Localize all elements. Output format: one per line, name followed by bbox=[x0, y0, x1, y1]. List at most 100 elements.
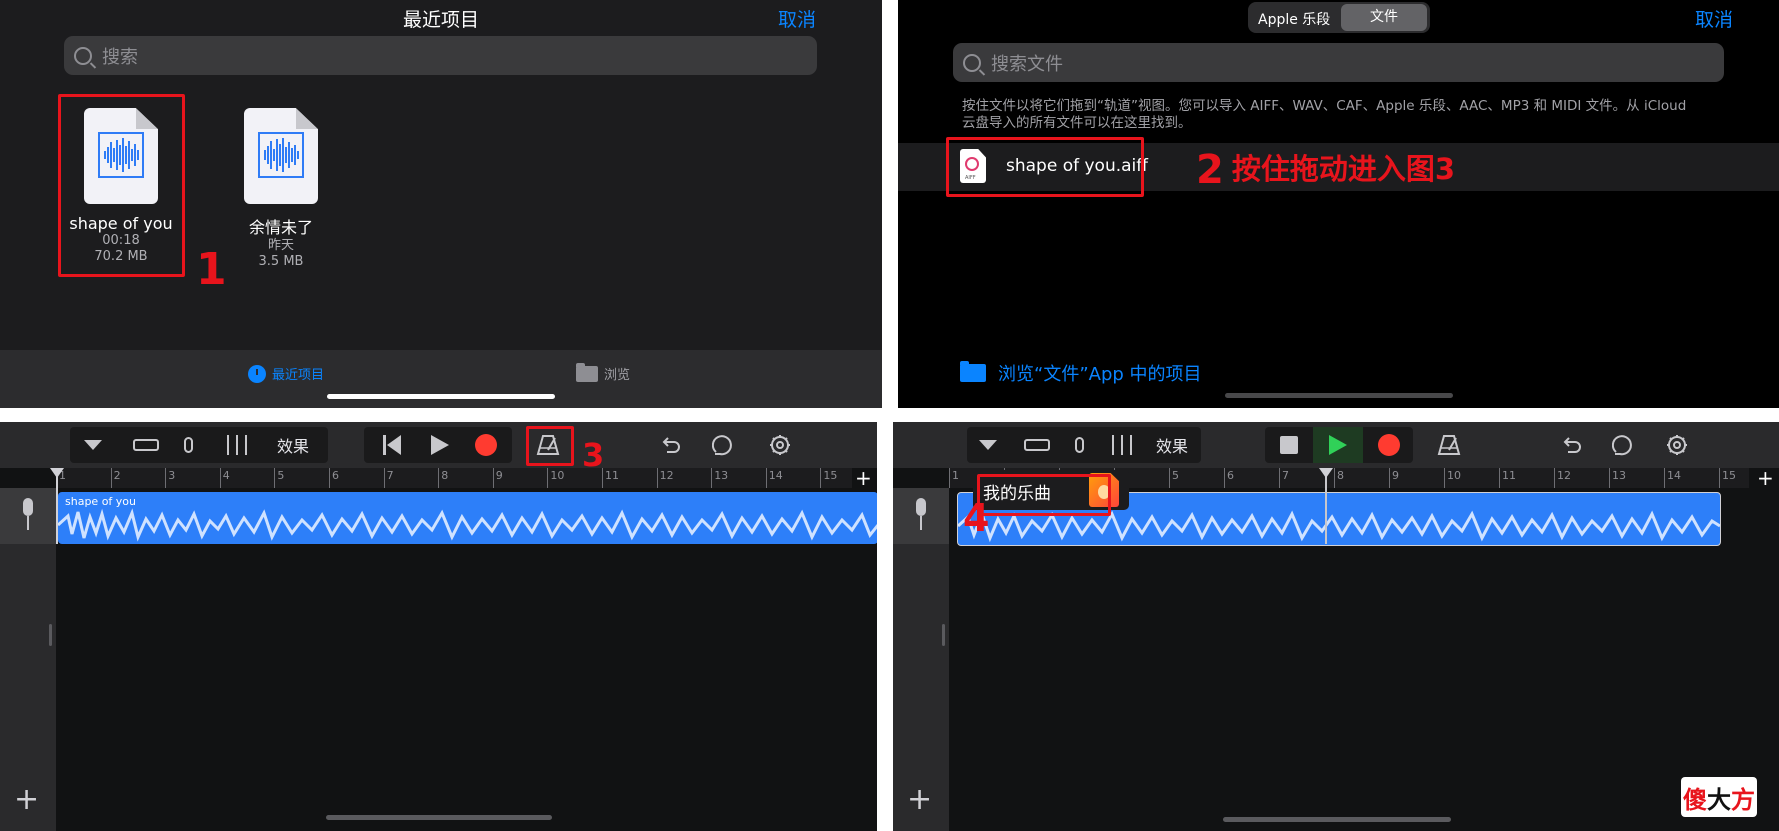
ruler-mark: 11 bbox=[602, 468, 619, 488]
playhead[interactable] bbox=[1319, 468, 1333, 544]
ruler-mark: 8 bbox=[438, 468, 448, 488]
home-indicator bbox=[327, 394, 555, 399]
record-button[interactable] bbox=[1369, 427, 1409, 463]
playhead[interactable] bbox=[50, 468, 64, 544]
tracks-view-button[interactable] bbox=[126, 427, 166, 463]
watermark-logo: 傻大方 bbox=[1681, 777, 1757, 817]
tracks-view-button[interactable] bbox=[1017, 427, 1057, 463]
effects-button[interactable]: 效果 bbox=[266, 427, 320, 463]
undo-button[interactable] bbox=[652, 427, 688, 463]
source-segmented-control[interactable]: Apple 乐段 文件 bbox=[1248, 2, 1430, 33]
resize-handle[interactable] bbox=[49, 624, 52, 646]
metronome-button[interactable] bbox=[1429, 427, 1469, 463]
file-date: 昨天 bbox=[267, 238, 294, 253]
play-button[interactable] bbox=[1313, 427, 1363, 463]
tab-browse[interactable]: 浏览 bbox=[576, 362, 631, 383]
menu-button[interactable] bbox=[70, 427, 116, 463]
microphone-icon bbox=[1074, 437, 1084, 453]
ruler-mark: 14 bbox=[1664, 468, 1681, 488]
home-indicator bbox=[326, 815, 552, 820]
effects-label: 效果 bbox=[1155, 437, 1188, 456]
resize-handle[interactable] bbox=[942, 624, 945, 646]
transport-group bbox=[1265, 427, 1413, 463]
highlight-box-3 bbox=[526, 426, 574, 466]
browse-link-label: 浏览“文件”App 中的项目 bbox=[998, 364, 1202, 385]
timeline-ruler[interactable]: 1 2 3 4 5 6 7 8 9 10 11 12 13 14 15 bbox=[56, 468, 852, 488]
tab-recent-label: 最近项目 bbox=[272, 368, 325, 383]
tab-bar: 最近项目 浏览 bbox=[0, 350, 882, 408]
highlight-box-4 bbox=[977, 474, 1111, 516]
chevron-down-icon bbox=[979, 440, 997, 450]
stop-button[interactable] bbox=[1269, 427, 1309, 463]
metronome-icon bbox=[1437, 435, 1461, 455]
add-section-button[interactable]: + bbox=[1757, 468, 1774, 488]
gear-icon bbox=[770, 435, 790, 455]
ruler-mark: 2 bbox=[110, 468, 121, 488]
rewind-button[interactable] bbox=[374, 427, 414, 463]
browse-files-app-link[interactable]: 浏览“文件”App 中的项目 bbox=[960, 360, 1202, 386]
add-track-button[interactable]: + bbox=[14, 785, 39, 815]
track-sidebar: + bbox=[893, 544, 949, 831]
mixer-button[interactable] bbox=[220, 427, 256, 463]
recent-projects-panel: 最近项目 取消 搜索 shape of you 00:18 70.2 MB 余情… bbox=[0, 0, 882, 408]
ruler-mark: 12 bbox=[656, 468, 674, 488]
segment-apple-loops[interactable]: Apple 乐段 bbox=[1258, 9, 1330, 29]
loop-browser-button[interactable] bbox=[705, 427, 741, 463]
search-input[interactable]: 搜索 bbox=[64, 36, 817, 75]
clock-icon bbox=[248, 364, 266, 383]
play-icon bbox=[431, 435, 449, 455]
step-number-2: 2 bbox=[1196, 147, 1224, 193]
play-button[interactable] bbox=[420, 427, 460, 463]
record-icon bbox=[475, 434, 497, 456]
segment-files[interactable]: 文件 bbox=[1341, 4, 1427, 31]
ruler-mark: 7 bbox=[383, 468, 394, 488]
track-header-audio[interactable] bbox=[0, 488, 56, 544]
track-sidebar: + bbox=[0, 544, 56, 831]
step-number-4: 4 bbox=[963, 496, 990, 540]
undo-icon bbox=[1563, 437, 1581, 453]
search-icon bbox=[74, 46, 92, 65]
microphone-icon bbox=[23, 498, 33, 530]
cancel-button[interactable]: 取消 bbox=[1695, 5, 1733, 32]
effects-button[interactable]: 效果 bbox=[1145, 427, 1199, 463]
record-button[interactable] bbox=[466, 427, 506, 463]
mixer-button[interactable] bbox=[1105, 427, 1141, 463]
menu-button[interactable] bbox=[967, 427, 1009, 463]
rewind-icon bbox=[383, 435, 401, 455]
gear-icon bbox=[1667, 435, 1687, 455]
settings-button[interactable] bbox=[1659, 427, 1695, 463]
settings-button[interactable] bbox=[762, 427, 798, 463]
search-placeholder: 搜索 bbox=[102, 46, 138, 68]
add-section-button[interactable]: + bbox=[855, 468, 872, 488]
input-button[interactable] bbox=[170, 427, 206, 463]
tab-browse-label: 浏览 bbox=[604, 368, 631, 383]
file-size: 3.5 MB bbox=[258, 254, 304, 269]
tab-recent[interactable]: 最近项目 bbox=[248, 364, 324, 383]
ruler-mark: 10 bbox=[1444, 468, 1461, 488]
loop-icon bbox=[712, 435, 732, 456]
mixer-icon bbox=[227, 435, 249, 455]
file-name: 余情未了 bbox=[248, 218, 313, 237]
ruler-mark: 13 bbox=[1609, 468, 1626, 488]
input-button[interactable] bbox=[1061, 427, 1097, 463]
record-icon bbox=[1378, 434, 1400, 456]
chevron-down-icon bbox=[84, 440, 102, 450]
undo-button[interactable] bbox=[1553, 427, 1589, 463]
track-header-audio[interactable] bbox=[893, 488, 949, 544]
add-track-button[interactable]: + bbox=[907, 785, 932, 815]
audio-file-icon bbox=[244, 108, 318, 204]
file-import-panel: Apple 乐段 文件 取消 搜索文件 按住文件以将它们拖到“轨道”视图。您可以… bbox=[898, 0, 1779, 408]
file-card-2[interactable]: 余情未了 昨天 3.5 MB bbox=[230, 108, 332, 270]
audio-region[interactable]: shape of you bbox=[58, 492, 877, 544]
import-hint-text: 按住文件以将它们拖到“轨道”视图。您可以导入 AIFF、WAV、CAF、Appl… bbox=[962, 98, 1687, 131]
ruler-mark: 11 bbox=[1499, 468, 1516, 488]
control-bar: 效果 bbox=[0, 422, 877, 468]
loop-browser-button[interactable] bbox=[1605, 427, 1641, 463]
page-title: 最近项目 bbox=[402, 9, 479, 31]
search-files-input[interactable]: 搜索文件 bbox=[953, 43, 1724, 82]
ruler-mark: 15 bbox=[1719, 468, 1736, 488]
left-toolbar-group: 效果 bbox=[70, 427, 328, 463]
search-icon bbox=[963, 53, 981, 72]
ruler-mark: 9 bbox=[1389, 468, 1399, 488]
cancel-button[interactable]: 取消 bbox=[778, 5, 816, 32]
